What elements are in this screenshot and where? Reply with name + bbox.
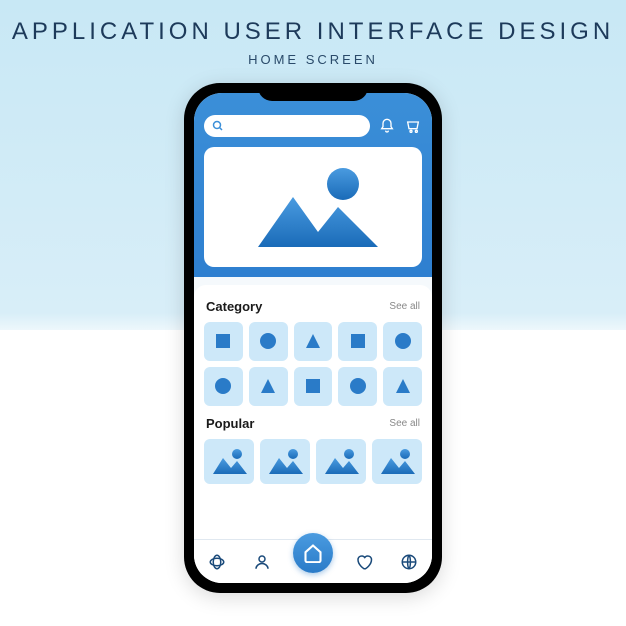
triangle-icon <box>259 377 277 395</box>
notifications-button[interactable] <box>378 117 396 135</box>
category-item[interactable] <box>338 367 377 406</box>
category-title: Category <box>206 299 262 314</box>
page-title: APPLICATION USER INTERFACE DESIGN <box>12 18 614 46</box>
circle-icon <box>259 332 277 350</box>
nav-profile[interactable] <box>248 548 276 576</box>
image-placeholder-icon <box>321 446 361 476</box>
bell-icon <box>379 118 395 134</box>
nav-home[interactable] <box>293 533 333 573</box>
category-item[interactable] <box>249 322 288 361</box>
popular-item[interactable] <box>372 439 422 484</box>
nav-favorites[interactable] <box>350 548 378 576</box>
phone-mockup: Category See all Popular See all <box>184 83 442 593</box>
popular-row <box>204 439 422 484</box>
popular-item[interactable] <box>204 439 254 484</box>
circle-icon <box>394 332 412 350</box>
category-item[interactable] <box>204 367 243 406</box>
popular-item[interactable] <box>316 439 366 484</box>
category-item[interactable] <box>383 367 422 406</box>
category-item[interactable] <box>294 322 333 361</box>
square-icon <box>349 332 367 350</box>
square-icon <box>214 332 232 350</box>
hero-card[interactable] <box>204 147 422 267</box>
popular-see-all[interactable]: See all <box>389 418 420 429</box>
popular-item[interactable] <box>260 439 310 484</box>
category-see-all[interactable]: See all <box>389 301 420 312</box>
top-bar <box>204 115 422 137</box>
circle-icon <box>349 377 367 395</box>
heart-icon <box>355 553 373 571</box>
square-icon <box>304 377 322 395</box>
image-placeholder-icon <box>209 446 249 476</box>
search-input[interactable] <box>204 115 370 137</box>
category-item[interactable] <box>249 367 288 406</box>
popular-header: Popular See all <box>206 416 420 431</box>
profile-icon <box>253 553 271 571</box>
category-item[interactable] <box>294 367 333 406</box>
bottom-nav <box>194 539 432 583</box>
cart-icon <box>405 118 421 134</box>
popular-title: Popular <box>206 416 254 431</box>
circle-icon <box>214 377 232 395</box>
app-screen: Category See all Popular See all <box>194 93 432 583</box>
page-subtitle: HOME SCREEN <box>248 52 378 67</box>
category-grid <box>204 322 422 406</box>
search-icon <box>212 120 224 132</box>
cart-button[interactable] <box>404 117 422 135</box>
triangle-icon <box>304 332 322 350</box>
category-item[interactable] <box>338 322 377 361</box>
nav-explore[interactable] <box>395 548 423 576</box>
category-item[interactable] <box>204 322 243 361</box>
triangle-icon <box>394 377 412 395</box>
header-area <box>194 93 432 277</box>
phone-notch <box>258 83 368 101</box>
category-item[interactable] <box>383 322 422 361</box>
category-header: Category See all <box>206 299 420 314</box>
image-placeholder-icon <box>377 446 417 476</box>
loop-icon <box>208 553 226 571</box>
globe-icon <box>400 553 418 571</box>
image-placeholder-icon <box>238 162 388 252</box>
image-placeholder-icon <box>265 446 305 476</box>
nav-loop[interactable] <box>203 548 231 576</box>
home-icon <box>303 543 323 563</box>
